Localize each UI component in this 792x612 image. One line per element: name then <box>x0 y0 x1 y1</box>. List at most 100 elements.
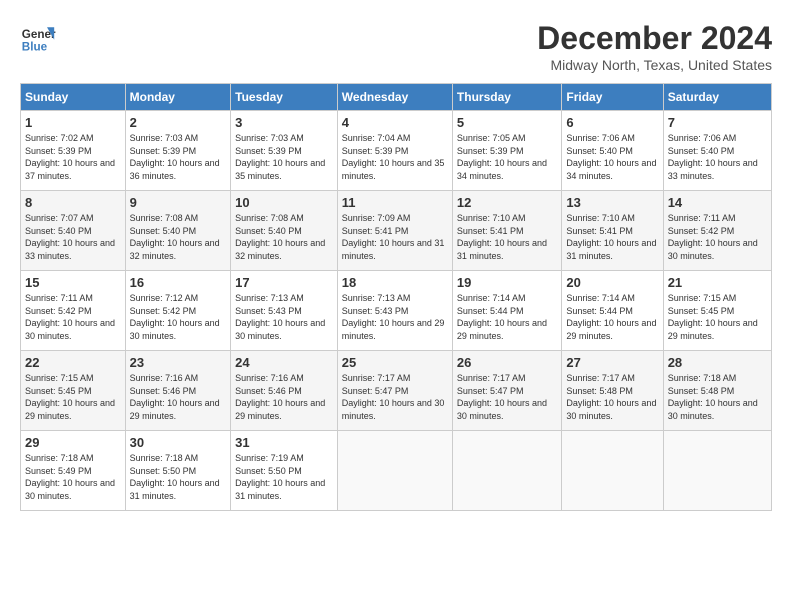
day-info: Sunrise: 7:19 AMSunset: 5:50 PMDaylight:… <box>235 453 325 501</box>
day-info: Sunrise: 7:06 AMSunset: 5:40 PMDaylight:… <box>566 133 656 181</box>
table-row: 29 Sunrise: 7:18 AMSunset: 5:49 PMDaylig… <box>21 431 772 511</box>
day-number: 16 <box>130 275 227 290</box>
header-sunday: Sunday <box>21 84 126 111</box>
day-info: Sunrise: 7:11 AMSunset: 5:42 PMDaylight:… <box>668 213 758 261</box>
day-info: Sunrise: 7:15 AMSunset: 5:45 PMDaylight:… <box>668 293 758 341</box>
table-cell: 4 Sunrise: 7:04 AMSunset: 5:39 PMDayligh… <box>337 111 452 191</box>
day-number: 13 <box>566 195 658 210</box>
day-info: Sunrise: 7:09 AMSunset: 5:41 PMDaylight:… <box>342 213 445 261</box>
day-info: Sunrise: 7:17 AMSunset: 5:47 PMDaylight:… <box>342 373 445 421</box>
day-info: Sunrise: 7:16 AMSunset: 5:46 PMDaylight:… <box>235 373 325 421</box>
table-cell: 22 Sunrise: 7:15 AMSunset: 5:45 PMDaylig… <box>21 351 126 431</box>
header-thursday: Thursday <box>452 84 561 111</box>
header-row: Sunday Monday Tuesday Wednesday Thursday… <box>21 84 772 111</box>
day-number: 11 <box>342 195 448 210</box>
day-info: Sunrise: 7:06 AMSunset: 5:40 PMDaylight:… <box>668 133 758 181</box>
day-info: Sunrise: 7:15 AMSunset: 5:45 PMDaylight:… <box>25 373 115 421</box>
table-cell: 20 Sunrise: 7:14 AMSunset: 5:44 PMDaylig… <box>562 271 663 351</box>
table-cell: 10 Sunrise: 7:08 AMSunset: 5:40 PMDaylig… <box>231 191 338 271</box>
table-cell: 28 Sunrise: 7:18 AMSunset: 5:48 PMDaylig… <box>663 351 771 431</box>
day-number: 12 <box>457 195 557 210</box>
day-number: 17 <box>235 275 333 290</box>
table-cell: 26 Sunrise: 7:17 AMSunset: 5:47 PMDaylig… <box>452 351 561 431</box>
day-info: Sunrise: 7:08 AMSunset: 5:40 PMDaylight:… <box>130 213 220 261</box>
day-number: 5 <box>457 115 557 130</box>
table-cell: 23 Sunrise: 7:16 AMSunset: 5:46 PMDaylig… <box>125 351 231 431</box>
day-number: 27 <box>566 355 658 370</box>
table-cell <box>562 431 663 511</box>
day-number: 14 <box>668 195 767 210</box>
header-monday: Monday <box>125 84 231 111</box>
day-number: 24 <box>235 355 333 370</box>
day-info: Sunrise: 7:07 AMSunset: 5:40 PMDaylight:… <box>25 213 115 261</box>
table-row: 1 Sunrise: 7:02 AMSunset: 5:39 PMDayligh… <box>21 111 772 191</box>
month-title: December 2024 <box>537 20 772 57</box>
calendar-header: Sunday Monday Tuesday Wednesday Thursday… <box>21 84 772 111</box>
logo: General Blue <box>20 20 56 56</box>
table-cell: 30 Sunrise: 7:18 AMSunset: 5:50 PMDaylig… <box>125 431 231 511</box>
table-cell: 11 Sunrise: 7:09 AMSunset: 5:41 PMDaylig… <box>337 191 452 271</box>
table-cell: 29 Sunrise: 7:18 AMSunset: 5:49 PMDaylig… <box>21 431 126 511</box>
logo-icon: General Blue <box>20 20 56 56</box>
day-info: Sunrise: 7:11 AMSunset: 5:42 PMDaylight:… <box>25 293 115 341</box>
day-number: 20 <box>566 275 658 290</box>
day-number: 10 <box>235 195 333 210</box>
day-number: 26 <box>457 355 557 370</box>
table-cell: 19 Sunrise: 7:14 AMSunset: 5:44 PMDaylig… <box>452 271 561 351</box>
day-info: Sunrise: 7:10 AMSunset: 5:41 PMDaylight:… <box>457 213 547 261</box>
day-info: Sunrise: 7:13 AMSunset: 5:43 PMDaylight:… <box>342 293 445 341</box>
location: Midway North, Texas, United States <box>537 57 772 73</box>
table-cell: 24 Sunrise: 7:16 AMSunset: 5:46 PMDaylig… <box>231 351 338 431</box>
day-info: Sunrise: 7:13 AMSunset: 5:43 PMDaylight:… <box>235 293 325 341</box>
day-info: Sunrise: 7:14 AMSunset: 5:44 PMDaylight:… <box>566 293 656 341</box>
day-number: 8 <box>25 195 121 210</box>
day-info: Sunrise: 7:10 AMSunset: 5:41 PMDaylight:… <box>566 213 656 261</box>
day-info: Sunrise: 7:17 AMSunset: 5:48 PMDaylight:… <box>566 373 656 421</box>
header-tuesday: Tuesday <box>231 84 338 111</box>
day-number: 15 <box>25 275 121 290</box>
day-info: Sunrise: 7:18 AMSunset: 5:50 PMDaylight:… <box>130 453 220 501</box>
day-info: Sunrise: 7:12 AMSunset: 5:42 PMDaylight:… <box>130 293 220 341</box>
day-number: 21 <box>668 275 767 290</box>
table-row: 22 Sunrise: 7:15 AMSunset: 5:45 PMDaylig… <box>21 351 772 431</box>
table-row: 15 Sunrise: 7:11 AMSunset: 5:42 PMDaylig… <box>21 271 772 351</box>
table-cell: 25 Sunrise: 7:17 AMSunset: 5:47 PMDaylig… <box>337 351 452 431</box>
title-section: December 2024 Midway North, Texas, Unite… <box>537 20 772 73</box>
day-info: Sunrise: 7:03 AMSunset: 5:39 PMDaylight:… <box>130 133 220 181</box>
day-number: 7 <box>668 115 767 130</box>
day-number: 4 <box>342 115 448 130</box>
table-cell: 31 Sunrise: 7:19 AMSunset: 5:50 PMDaylig… <box>231 431 338 511</box>
table-cell <box>337 431 452 511</box>
day-info: Sunrise: 7:14 AMSunset: 5:44 PMDaylight:… <box>457 293 547 341</box>
table-cell: 27 Sunrise: 7:17 AMSunset: 5:48 PMDaylig… <box>562 351 663 431</box>
table-cell <box>452 431 561 511</box>
day-info: Sunrise: 7:17 AMSunset: 5:47 PMDaylight:… <box>457 373 547 421</box>
day-number: 1 <box>25 115 121 130</box>
day-number: 2 <box>130 115 227 130</box>
table-cell: 1 Sunrise: 7:02 AMSunset: 5:39 PMDayligh… <box>21 111 126 191</box>
day-number: 23 <box>130 355 227 370</box>
table-cell: 5 Sunrise: 7:05 AMSunset: 5:39 PMDayligh… <box>452 111 561 191</box>
table-cell: 13 Sunrise: 7:10 AMSunset: 5:41 PMDaylig… <box>562 191 663 271</box>
header-saturday: Saturday <box>663 84 771 111</box>
day-info: Sunrise: 7:03 AMSunset: 5:39 PMDaylight:… <box>235 133 325 181</box>
day-number: 18 <box>342 275 448 290</box>
table-cell: 17 Sunrise: 7:13 AMSunset: 5:43 PMDaylig… <box>231 271 338 351</box>
table-cell: 12 Sunrise: 7:10 AMSunset: 5:41 PMDaylig… <box>452 191 561 271</box>
table-cell: 8 Sunrise: 7:07 AMSunset: 5:40 PMDayligh… <box>21 191 126 271</box>
day-number: 3 <box>235 115 333 130</box>
day-info: Sunrise: 7:05 AMSunset: 5:39 PMDaylight:… <box>457 133 547 181</box>
day-info: Sunrise: 7:18 AMSunset: 5:49 PMDaylight:… <box>25 453 115 501</box>
day-number: 29 <box>25 435 121 450</box>
day-info: Sunrise: 7:02 AMSunset: 5:39 PMDaylight:… <box>25 133 115 181</box>
day-number: 9 <box>130 195 227 210</box>
day-number: 19 <box>457 275 557 290</box>
page-header: General Blue December 2024 Midway North,… <box>20 20 772 73</box>
calendar-body: 1 Sunrise: 7:02 AMSunset: 5:39 PMDayligh… <box>21 111 772 511</box>
day-number: 6 <box>566 115 658 130</box>
day-info: Sunrise: 7:08 AMSunset: 5:40 PMDaylight:… <box>235 213 325 261</box>
table-cell: 21 Sunrise: 7:15 AMSunset: 5:45 PMDaylig… <box>663 271 771 351</box>
table-cell <box>663 431 771 511</box>
header-wednesday: Wednesday <box>337 84 452 111</box>
table-cell: 14 Sunrise: 7:11 AMSunset: 5:42 PMDaylig… <box>663 191 771 271</box>
